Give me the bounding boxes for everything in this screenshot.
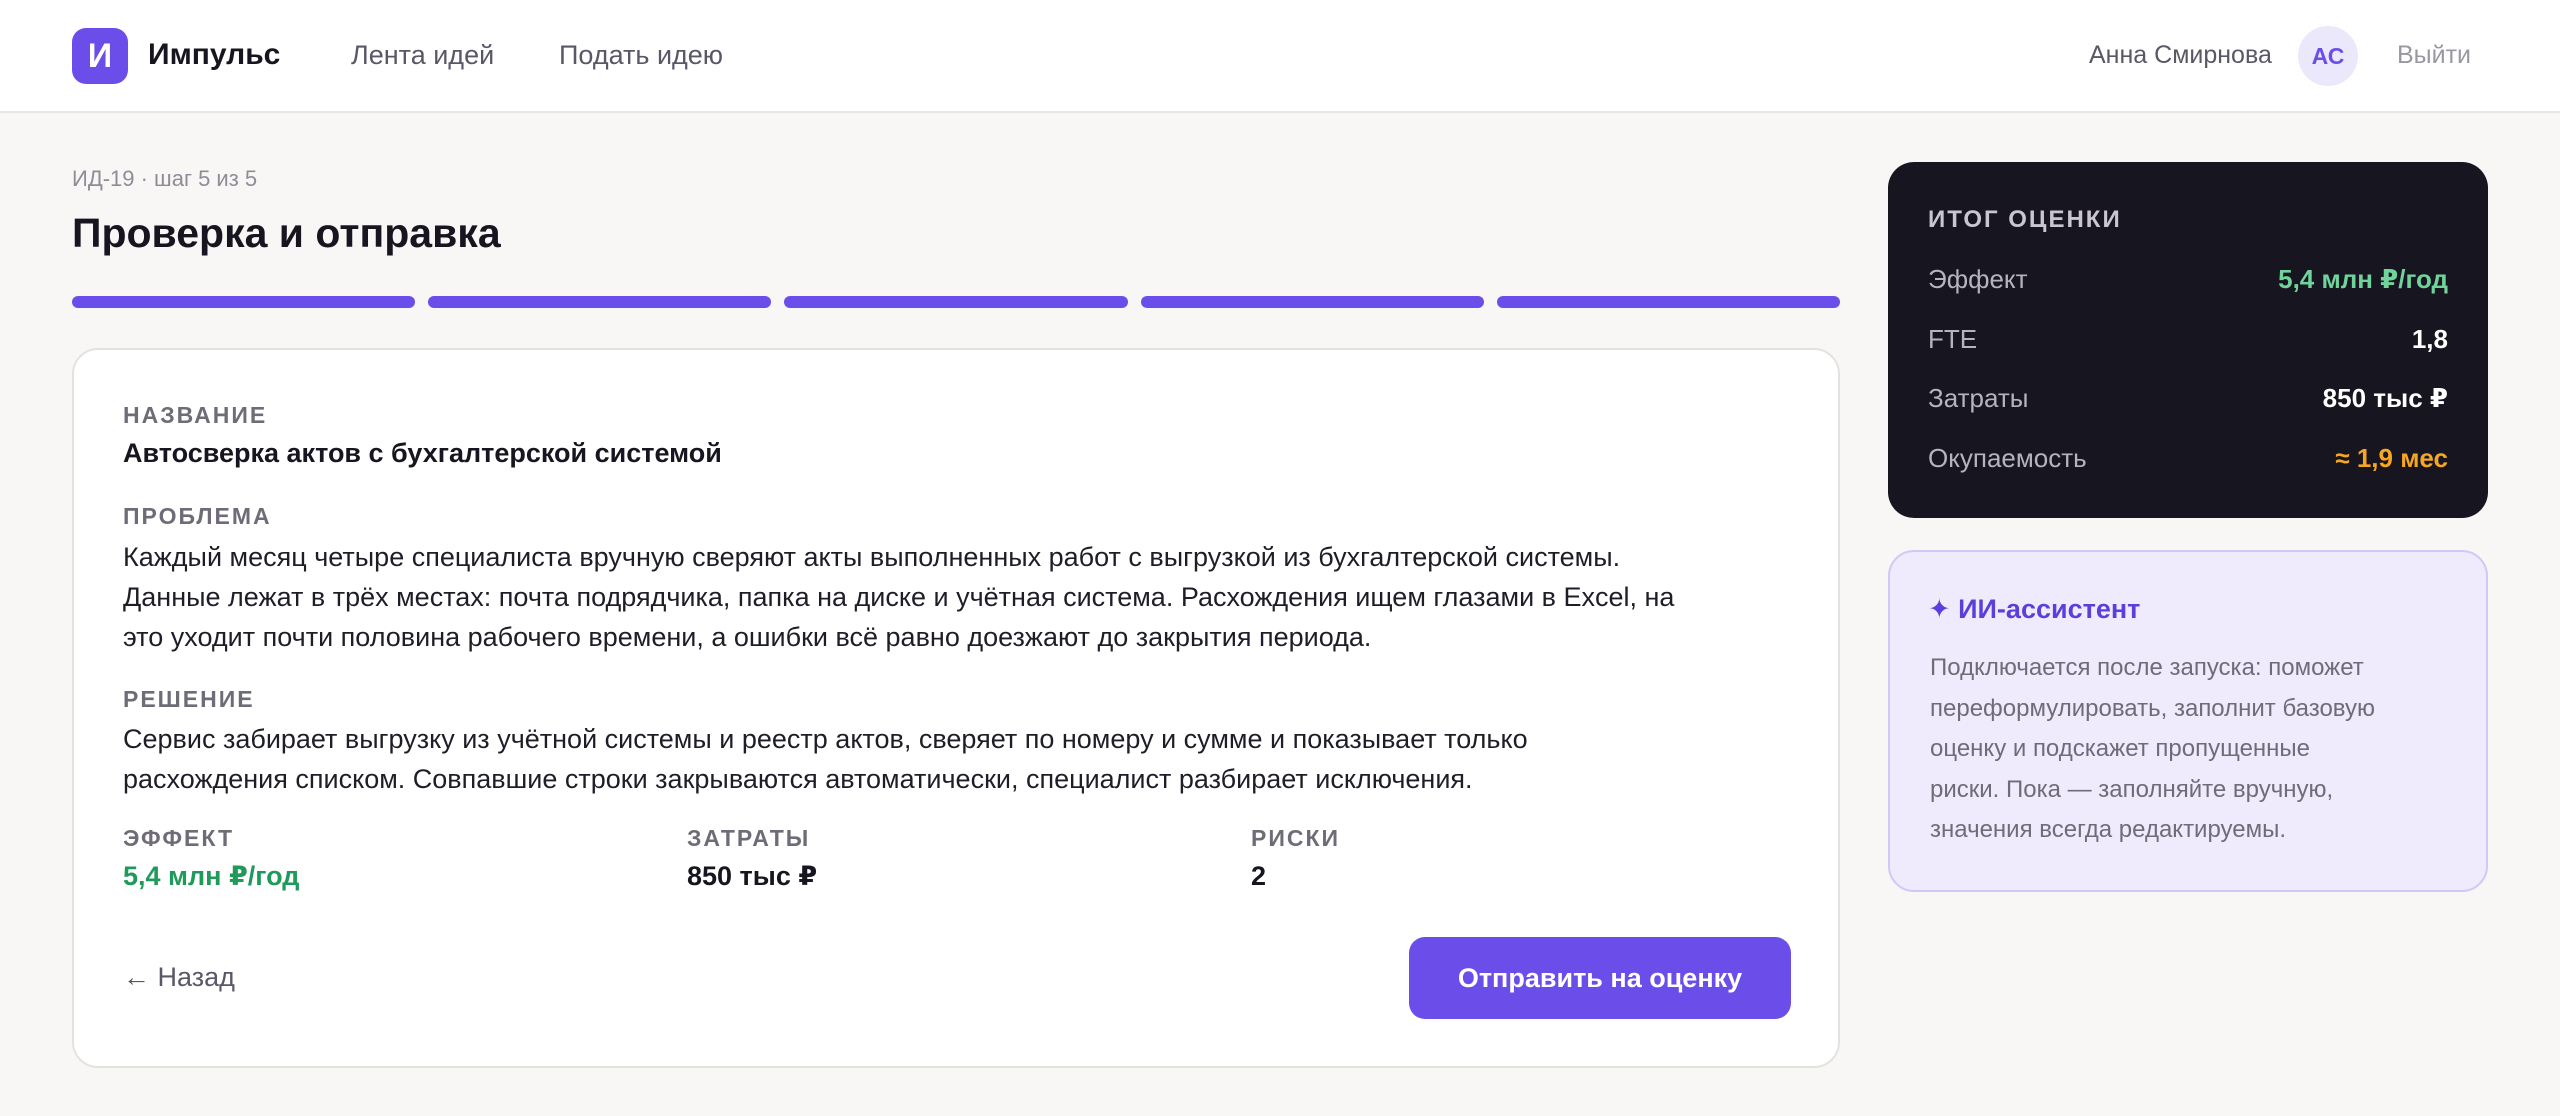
summary-key: FTE — [1928, 324, 1978, 354]
progress-step-2 — [428, 296, 772, 308]
summary-row-fte: FTE 1,8 — [1928, 324, 2448, 360]
summary-row-payback: Окупаемость ≈ 1,9 мес — [1928, 443, 2448, 479]
summary-key: Эффект — [1928, 264, 2028, 294]
summary-value: 1,8 — [2411, 324, 2448, 354]
problem-text: Каждый месяц четыре специалиста вручную … — [123, 537, 1803, 657]
summary-key: Затраты — [1928, 383, 2029, 413]
summary-value: 5,4 млн ₽/год — [2278, 264, 2448, 294]
evaluation-summary-panel: ИТОГ ОЦЕНКИ Эффект 5,4 млн ₽/год FTE 1,8… — [1888, 162, 2488, 518]
nav-ideas-feed[interactable]: Лента идей — [351, 40, 494, 71]
assistant-line: значения всегда редактируемы. — [1930, 816, 2287, 843]
summary-row-costs: Затраты 850 тыс ₽ — [1928, 383, 2448, 419]
effect-label: ЭФФЕКТ — [123, 825, 235, 851]
progress-step-1 — [72, 296, 416, 308]
progress-step-4 — [1140, 296, 1484, 308]
progress-step-3 — [784, 296, 1128, 308]
step-meta: ИД-19 · шаг 5 из 5 — [72, 166, 258, 191]
idea-name: Автосверка актов с бухгалтерской системо… — [123, 438, 722, 468]
avatar[interactable]: АС — [2298, 26, 2358, 86]
page-title: Проверка и отправка — [72, 210, 501, 256]
costs-label: ЗАТРАТЫ — [687, 825, 811, 851]
top-header: И Импульс Лента идей Подать идею Анна См… — [0, 0, 2560, 113]
summary-row-effect: Эффект 5,4 млн ₽/год — [1928, 264, 2448, 300]
risks-label: РИСКИ — [1251, 825, 1341, 851]
assistant-title: ✦ ИИ-ассистент — [1928, 594, 2141, 624]
problem-line: это уходит почти половина рабочего време… — [123, 622, 1372, 652]
name-label: НАЗВАНИЕ — [123, 402, 268, 428]
app-name[interactable]: Импульс — [148, 38, 280, 72]
problem-label: ПРОБЛЕМА — [123, 503, 272, 529]
risks-value: 2 — [1251, 861, 1267, 891]
nav-submit-idea[interactable]: Подать идею — [559, 40, 723, 71]
review-card: НАЗВАНИЕ Автосверка актов с бухгалтерско… — [72, 348, 1840, 1068]
costs-value: 850 тыс ₽ — [687, 861, 818, 891]
assistant-description: Подключается после запуска: поможет пере… — [1930, 648, 2460, 851]
summary-value: ≈ 1,9 мес — [2335, 443, 2448, 473]
step-progress-bar — [72, 296, 1841, 308]
solution-text: Сервис забирает выгрузку из учётной сист… — [123, 719, 1803, 799]
solution-line: Сервис забирает выгрузку из учётной сист… — [123, 724, 1528, 754]
summary-value: 850 тыс ₽ — [2322, 383, 2448, 413]
progress-step-5 — [1496, 296, 1841, 308]
problem-line: Данные лежат в трёх местах: почта подряд… — [123, 582, 1675, 612]
solution-line: расхождения списком. Совпавшие строки за… — [123, 764, 1473, 794]
assistant-line: переформулировать, заполнит базовую — [1930, 694, 2376, 722]
ai-assistant-panel: ✦ ИИ-ассистент Подключается после запуск… — [1888, 550, 2488, 892]
user-name: Анна Смирнова — [2089, 41, 2272, 69]
assistant-line: оценку и подскажет пропущенные — [1930, 735, 2311, 762]
assistant-line: Подключается после запуска: поможет — [1930, 654, 2364, 681]
back-button[interactable]: ← Назад — [123, 962, 235, 993]
solution-label: РЕШЕНИЕ — [123, 686, 255, 712]
logout-link[interactable]: Выйти — [2397, 41, 2471, 70]
assistant-line: риски. Пока — заполняйте вручную, — [1930, 775, 2334, 803]
effect-value: 5,4 млн ₽/год — [123, 861, 300, 891]
problem-line: Каждый месяц четыре специалиста вручную … — [123, 542, 1621, 572]
logo-icon[interactable]: И — [72, 28, 128, 84]
summary-key: Окупаемость — [1928, 443, 2087, 473]
summary-title: ИТОГ ОЦЕНКИ — [1928, 206, 2122, 233]
submit-for-review-button[interactable]: Отправить на оценку — [1409, 937, 1791, 1019]
